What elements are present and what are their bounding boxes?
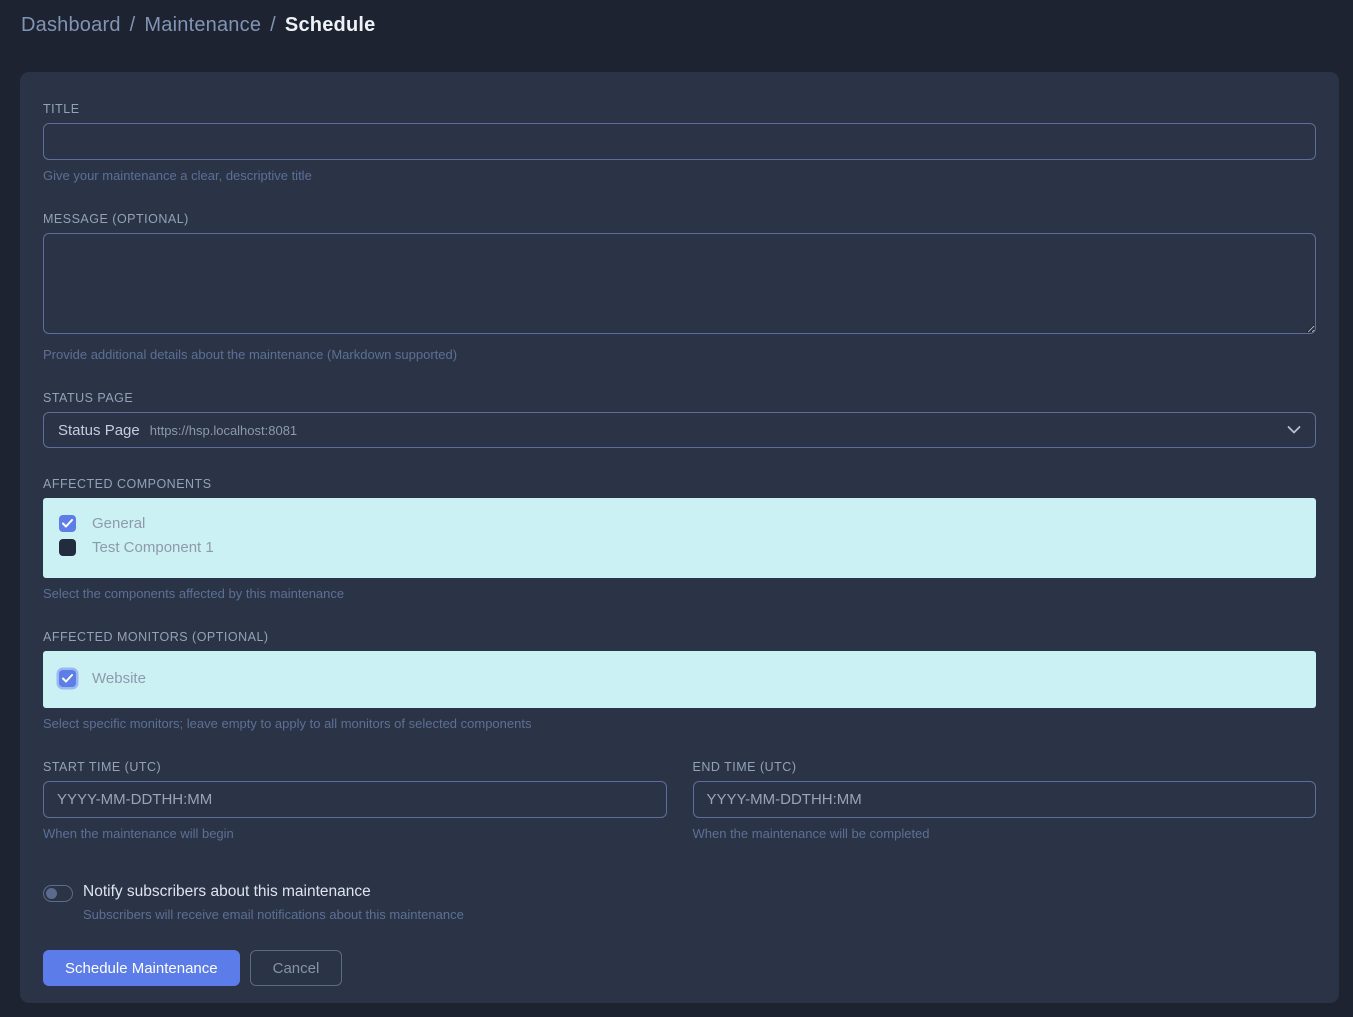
- start-time-input[interactable]: [43, 781, 667, 818]
- component-option-general[interactable]: General: [59, 511, 1300, 535]
- start-time-group: START TIME (UTC) When the maintenance wi…: [43, 760, 667, 841]
- breadcrumb: Dashboard / Maintenance / Schedule: [21, 14, 375, 37]
- notify-texts: Notify subscribers about this maintenanc…: [83, 883, 464, 922]
- message-helper: Provide additional details about the mai…: [43, 347, 1316, 362]
- monitor-option-label: Website: [92, 670, 146, 687]
- time-fields-row: START TIME (UTC) When the maintenance wi…: [43, 760, 1316, 841]
- affected-monitors-label: AFFECTED MONITORS (OPTIONAL): [43, 630, 1316, 644]
- affected-components-helper: Select the components affected by this m…: [43, 586, 1316, 601]
- breadcrumb-separator: /: [270, 14, 276, 37]
- end-time-helper: When the maintenance will be completed: [693, 826, 1317, 841]
- top-bar: Dashboard / Maintenance / Schedule: [0, 0, 1353, 50]
- toggle-knob-icon: [46, 888, 57, 899]
- affected-components-label: AFFECTED COMPONENTS: [43, 477, 1316, 491]
- message-field-group: MESSAGE (OPTIONAL) Provide additional de…: [43, 212, 1316, 362]
- affected-monitors-group: AFFECTED MONITORS (OPTIONAL) Website Sel…: [43, 630, 1316, 731]
- notify-label: Notify subscribers about this maintenanc…: [83, 883, 464, 901]
- status-page-field-group: STATUS PAGE Status Page https://hsp.loca…: [43, 391, 1316, 448]
- message-textarea[interactable]: [43, 233, 1316, 334]
- notify-subscribers-row: Notify subscribers about this maintenanc…: [43, 883, 1316, 922]
- component-option-label: General: [92, 515, 145, 532]
- affected-components-group: AFFECTED COMPONENTS General Test Compone…: [43, 477, 1316, 601]
- status-page-selected-name: Status Page: [58, 422, 140, 439]
- end-time-group: END TIME (UTC) When the maintenance will…: [693, 760, 1317, 841]
- breadcrumb-maintenance[interactable]: Maintenance: [144, 14, 261, 37]
- monitor-option-website[interactable]: Website: [59, 666, 1300, 690]
- breadcrumb-current-schedule: Schedule: [285, 14, 376, 37]
- start-time-helper: When the maintenance will begin: [43, 826, 667, 841]
- checkbox-checked-icon[interactable]: [59, 515, 76, 532]
- affected-monitors-helper: Select specific monitors; leave empty to…: [43, 716, 1316, 731]
- breadcrumb-dashboard[interactable]: Dashboard: [21, 14, 121, 37]
- title-input[interactable]: [43, 123, 1316, 160]
- message-label: MESSAGE (OPTIONAL): [43, 212, 1316, 226]
- cancel-button[interactable]: Cancel: [250, 950, 343, 986]
- schedule-maintenance-form-card: TITLE Give your maintenance a clear, des…: [20, 72, 1339, 1003]
- affected-monitors-listbox: Website: [43, 651, 1316, 708]
- title-helper: Give your maintenance a clear, descripti…: [43, 168, 1316, 183]
- checkbox-checked-icon[interactable]: [59, 670, 76, 687]
- chevron-down-icon: [1287, 426, 1301, 435]
- start-time-label: START TIME (UTC): [43, 760, 667, 774]
- checkbox-unchecked-icon[interactable]: [59, 539, 76, 556]
- end-time-label: END TIME (UTC): [693, 760, 1317, 774]
- notify-helper: Subscribers will receive email notificat…: [83, 907, 464, 922]
- breadcrumb-separator: /: [130, 14, 136, 37]
- component-option-test-component-1[interactable]: Test Component 1: [59, 535, 1300, 559]
- status-page-selected-url: https://hsp.localhost:8081: [150, 423, 297, 438]
- end-time-input[interactable]: [693, 781, 1317, 818]
- status-page-select[interactable]: Status Page https://hsp.localhost:8081: [43, 412, 1316, 448]
- form-actions: Schedule Maintenance Cancel: [43, 950, 1316, 986]
- title-field-group: TITLE Give your maintenance a clear, des…: [43, 102, 1316, 183]
- notify-toggle[interactable]: [43, 885, 73, 902]
- status-page-label: STATUS PAGE: [43, 391, 1316, 405]
- schedule-maintenance-button[interactable]: Schedule Maintenance: [43, 950, 240, 986]
- title-label: TITLE: [43, 102, 1316, 116]
- component-option-label: Test Component 1: [92, 539, 214, 556]
- affected-components-listbox: General Test Component 1: [43, 498, 1316, 578]
